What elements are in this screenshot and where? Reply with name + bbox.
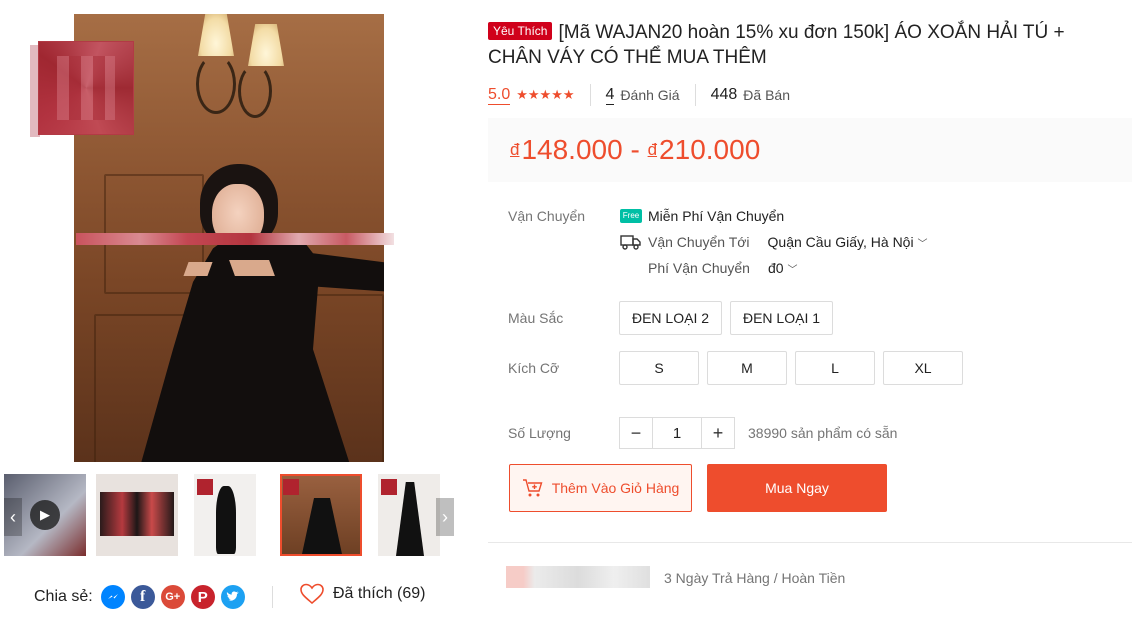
quantity-stepper: − 1 + <box>619 417 735 449</box>
twitter-icon[interactable] <box>220 585 245 609</box>
censored-watermark <box>76 233 394 245</box>
buy-now-button[interactable]: Mua Ngay <box>707 464 887 512</box>
price-max: 210.000 <box>659 134 761 165</box>
shop-logo-icon <box>197 479 213 495</box>
price-separator: - <box>622 134 648 165</box>
size-option-m[interactable]: M <box>707 351 787 385</box>
shipping-label: Vận Chuyển <box>508 208 586 224</box>
shipping-fee-label: Phí Vận Chuyển <box>648 260 750 276</box>
shop-logo-icon <box>381 479 397 495</box>
truck-icon <box>620 235 641 250</box>
product-stats: 5.0 ★★★★★ 4 Đánh Giá 448 Đã Bán <box>488 84 790 106</box>
stats-divider <box>589 84 591 106</box>
like-count-label: Đã thích (69) <box>333 585 426 602</box>
gallery-prev-button[interactable]: ‹ <box>4 498 22 536</box>
ship-to-location-dropdown[interactable]: Quận Cầu Giấy, Hà Nội ﹀ <box>768 234 928 250</box>
product-title: Yêu Thích [Mã WAJAN20 hoàn 15% xu đơn 150… <box>488 20 1108 70</box>
size-option-l[interactable]: L <box>795 351 875 385</box>
ship-to-location: Quận Cầu Giấy, Hà Nội <box>767 234 914 250</box>
shipping-fee-value: đ0 <box>767 260 784 276</box>
stock-available: 38990 sản phẩm có sẵn <box>748 425 898 441</box>
add-to-cart-button[interactable]: Thêm Vào Giỏ Hàng <box>509 464 692 512</box>
add-to-cart-label: Thêm Vào Giỏ Hàng <box>551 480 680 496</box>
facebook-icon[interactable]: f <box>130 585 155 609</box>
thumbnail-figure <box>302 498 342 554</box>
heart-icon <box>300 583 324 605</box>
censored-guarantee-badge <box>506 566 650 588</box>
currency-symbol: đ <box>510 140 520 159</box>
lamp-arm <box>196 54 236 114</box>
quantity-increase-button[interactable]: + <box>702 418 734 448</box>
pinterest-icon[interactable]: P <box>190 585 215 609</box>
thumbnail-image[interactable] <box>378 474 440 556</box>
sold-count: 448 <box>710 86 738 103</box>
product-title-text: [Mã WAJAN20 hoàn 15% xu đơn 150k] ÁO XOẮ… <box>488 22 1065 68</box>
color-option-den-loai-1[interactable]: ĐEN LOẠI 1 <box>730 301 833 335</box>
thumbnail-strip: ▶ <box>4 474 456 558</box>
ship-to-line: Vận Chuyển Tới Quận Cầu Giấy, Hà Nội ﹀ <box>620 234 927 250</box>
stats-divider <box>694 84 696 106</box>
thumbnail-figure <box>396 482 424 556</box>
shipping-fee-dropdown[interactable]: đ0 ﹀ <box>768 260 797 276</box>
shipping-fee-line: Phí Vận Chuyển đ0 ﹀ <box>648 260 797 276</box>
lamp-shade <box>198 14 234 56</box>
shop-logo-icon <box>283 479 299 495</box>
star-rating-icon: ★★★★★ <box>516 87 575 102</box>
free-shipping-text: Miễn Phí Vận Chuyển <box>648 208 785 224</box>
thumbnail-figure <box>100 492 174 536</box>
lamp-arm <box>238 64 272 118</box>
messenger-icon[interactable] <box>100 585 125 609</box>
share-bar: Chia sẻ: f G+ P <box>34 583 245 611</box>
favorite-badge: Yêu Thích <box>488 22 553 40</box>
section-divider <box>488 542 1132 543</box>
chevron-left-icon: ‹ <box>10 507 16 527</box>
play-icon: ▶ <box>30 500 60 530</box>
censored-shop-logo <box>38 41 134 135</box>
ship-to-label: Vận Chuyển Tới <box>648 234 750 250</box>
quantity-decrease-button[interactable]: − <box>620 418 652 448</box>
currency-symbol: đ <box>647 140 658 159</box>
thumbnail-image[interactable] <box>194 474 256 556</box>
chevron-down-icon: ﹀ <box>917 239 928 250</box>
google-plus-icon[interactable]: G+ <box>160 585 185 609</box>
rating-value[interactable]: 5.0 <box>488 86 511 105</box>
reviews-count[interactable]: 4 <box>605 86 615 105</box>
share-divider <box>272 586 273 608</box>
lamp-shade <box>248 24 284 66</box>
buy-now-label: Mua Ngay <box>765 480 829 496</box>
quantity-label: Số Lượng <box>508 425 571 441</box>
thumbnail-image[interactable] <box>96 474 178 556</box>
share-label: Chia sẻ: <box>34 588 93 605</box>
color-option-den-loai-2[interactable]: ĐEN LOẠI 2 <box>619 301 722 335</box>
size-label: Kích Cỡ <box>508 360 560 376</box>
gallery-next-button[interactable]: › <box>436 498 454 536</box>
free-shipping-icon: Free <box>620 209 642 223</box>
thumbnail-image-selected[interactable] <box>280 474 362 556</box>
thumbnail-figure <box>216 486 236 554</box>
cart-plus-icon <box>522 479 543 497</box>
return-guarantee-text: 3 Ngày Trả Hàng / Hoàn Tiền <box>664 570 846 586</box>
size-option-xl[interactable]: XL <box>883 351 963 385</box>
chevron-right-icon: › <box>442 507 448 527</box>
dress-cutout <box>183 262 213 276</box>
chevron-down-icon: ﹀ <box>787 265 798 276</box>
price-box: đ 148.000 - đ 210.000 <box>488 118 1132 182</box>
quantity-input[interactable]: 1 <box>652 418 702 448</box>
dress-cutout <box>229 260 275 276</box>
price-min: 148.000 <box>521 134 623 165</box>
color-label: Màu Sắc <box>508 310 564 326</box>
like-button[interactable]: Đã thích (69) <box>299 583 425 605</box>
sold-label: Đã Bán <box>743 87 790 103</box>
free-shipping-line: Free Miễn Phí Vận Chuyển <box>620 208 784 224</box>
size-option-s[interactable]: S <box>619 351 699 385</box>
reviews-label: Đánh Giá <box>620 87 680 103</box>
